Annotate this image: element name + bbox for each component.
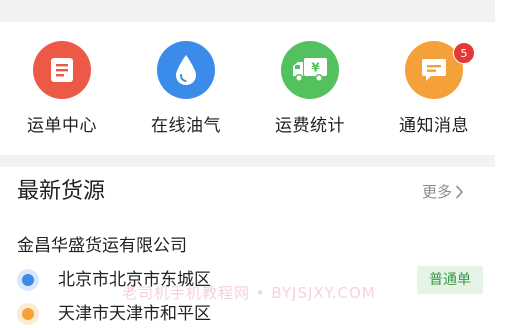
- order-type-tag: 普通单: [417, 266, 483, 294]
- svg-text:¥: ¥: [311, 61, 320, 75]
- chevron-right-icon: [456, 185, 463, 199]
- section-divider: [0, 155, 495, 167]
- section-title: 最新货源: [17, 179, 106, 204]
- quick-nav: 运单中心 在线油气 ¥ 运费统计 5 通知消息: [0, 22, 495, 155]
- freight-truck-icon: ¥: [281, 41, 339, 99]
- top-strip: [0, 0, 495, 22]
- more-link[interactable]: 更多: [422, 181, 464, 203]
- notification-badge: 5: [453, 42, 475, 64]
- waybill-list-icon: [33, 41, 91, 99]
- watermark: 老司机手机教程网 • BYJSJXY.COM: [122, 284, 376, 302]
- nav-notifications[interactable]: 5 通知消息: [372, 22, 496, 155]
- nav-waybill-center[interactable]: 运单中心: [0, 22, 124, 155]
- origin-dot-icon: [17, 269, 39, 291]
- nav-label-notifications: 通知消息: [399, 116, 469, 136]
- destination-address: 天津市天津市和平区: [58, 304, 211, 324]
- fuel-drop-icon: [157, 41, 215, 99]
- right-gutter: [495, 0, 507, 315]
- route-destination-row[interactable]: 天津市天津市和平区: [17, 300, 487, 328]
- cargo-company-name[interactable]: 金昌华盛货运有限公司: [17, 234, 187, 258]
- more-link-label: 更多: [422, 183, 453, 201]
- nav-label-fuel: 在线油气: [151, 116, 221, 136]
- nav-freight-stats[interactable]: ¥ 运费统计: [248, 22, 372, 155]
- destination-dot-icon: [17, 303, 39, 325]
- nav-label-freight: 运费统计: [275, 116, 345, 136]
- nav-online-fuel[interactable]: 在线油气: [124, 22, 248, 155]
- nav-label-waybill: 运单中心: [27, 116, 97, 136]
